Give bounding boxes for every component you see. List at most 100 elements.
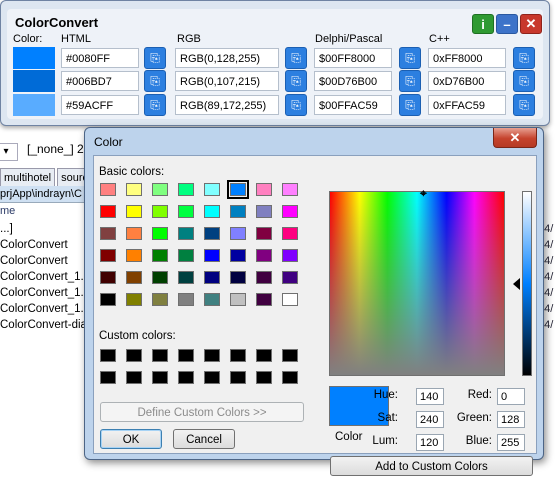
- basic-color-swatch[interactable]: [152, 205, 168, 218]
- basic-color-swatch[interactable]: [152, 271, 168, 284]
- basic-color-swatch[interactable]: [178, 227, 194, 240]
- close-icon[interactable]: ✕: [520, 14, 542, 34]
- delphi-field[interactable]: $00FFAC59: [314, 95, 392, 115]
- basic-color-swatch[interactable]: [282, 249, 298, 262]
- basic-color-swatch[interactable]: [178, 205, 194, 218]
- custom-color-swatch[interactable]: [230, 349, 246, 362]
- dropdown-arrow-icon[interactable]: ▾: [0, 143, 18, 161]
- basic-color-swatch[interactable]: [152, 249, 168, 262]
- basic-color-swatch[interactable]: [204, 205, 220, 218]
- basic-color-swatch[interactable]: [100, 227, 116, 240]
- lum-field[interactable]: 120: [416, 434, 444, 451]
- info-icon[interactable]: i: [472, 14, 494, 34]
- basic-color-swatch[interactable]: [100, 249, 116, 262]
- basic-color-swatch[interactable]: [204, 271, 220, 284]
- custom-color-swatch[interactable]: [126, 371, 142, 384]
- custom-color-swatch[interactable]: [204, 371, 220, 384]
- custom-color-swatch[interactable]: [100, 349, 116, 362]
- basic-color-swatch[interactable]: [178, 271, 194, 284]
- red-field[interactable]: 0: [497, 388, 525, 405]
- column-header-name[interactable]: me: [0, 205, 90, 217]
- basic-color-swatch[interactable]: [282, 293, 298, 306]
- color-spectrum[interactable]: [329, 191, 505, 376]
- basic-color-swatch[interactable]: [230, 271, 246, 284]
- list-item[interactable]: ColorConvert: [0, 237, 90, 253]
- list-item[interactable]: ColorConvert-dialo: [0, 317, 90, 333]
- custom-color-swatch[interactable]: [256, 349, 272, 362]
- basic-color-swatch[interactable]: [282, 205, 298, 218]
- list-item[interactable]: ColorConvert_1.0.: [0, 285, 90, 301]
- color-swatch[interactable]: [13, 70, 55, 92]
- define-custom-colors-button[interactable]: Define Custom Colors >>: [100, 402, 304, 422]
- basic-color-swatch[interactable]: [227, 180, 249, 199]
- minimize-icon[interactable]: –: [496, 14, 518, 34]
- cpp-field[interactable]: 0xD76B00: [428, 71, 506, 91]
- basic-color-swatch[interactable]: [178, 183, 194, 196]
- basic-color-swatch[interactable]: [126, 227, 142, 240]
- html-field[interactable]: #59ACFF: [61, 95, 139, 115]
- delphi-field[interactable]: $00FF8000: [314, 48, 392, 68]
- copy-icon[interactable]: ⎘: [513, 47, 535, 69]
- basic-color-swatch[interactable]: [256, 271, 272, 284]
- basic-color-swatch[interactable]: [204, 183, 220, 196]
- blue-field[interactable]: 255: [497, 434, 525, 451]
- basic-color-swatch[interactable]: [204, 227, 220, 240]
- basic-color-swatch[interactable]: [100, 183, 116, 196]
- basic-color-swatch[interactable]: [100, 205, 116, 218]
- luminosity-arrow-icon[interactable]: [513, 278, 520, 290]
- basic-color-swatch[interactable]: [282, 271, 298, 284]
- ok-button[interactable]: OK: [100, 429, 162, 449]
- basic-color-swatch[interactable]: [282, 183, 298, 196]
- copy-icon[interactable]: ⎘: [399, 94, 421, 116]
- custom-color-swatch[interactable]: [178, 371, 194, 384]
- custom-color-swatch[interactable]: [204, 349, 220, 362]
- green-field[interactable]: 128: [497, 411, 525, 428]
- basic-color-swatch[interactable]: [178, 249, 194, 262]
- basic-color-swatch[interactable]: [230, 227, 246, 240]
- basic-color-swatch[interactable]: [152, 227, 168, 240]
- copy-icon[interactable]: ⎘: [285, 94, 307, 116]
- cancel-button[interactable]: Cancel: [173, 429, 235, 449]
- copy-icon[interactable]: ⎘: [144, 70, 166, 92]
- copy-icon[interactable]: ⎘: [144, 94, 166, 116]
- copy-icon[interactable]: ⎘: [399, 47, 421, 69]
- custom-color-swatch[interactable]: [152, 349, 168, 362]
- custom-color-swatch[interactable]: [230, 371, 246, 384]
- basic-color-swatch[interactable]: [152, 183, 168, 196]
- basic-color-swatch[interactable]: [256, 183, 272, 196]
- basic-color-swatch[interactable]: [100, 293, 116, 306]
- basic-color-swatch[interactable]: [126, 249, 142, 262]
- custom-color-swatch[interactable]: [282, 371, 298, 384]
- basic-color-swatch[interactable]: [152, 293, 168, 306]
- rgb-field[interactable]: RGB(0,107,215): [175, 71, 279, 91]
- basic-color-swatch[interactable]: [230, 205, 246, 218]
- basic-color-swatch[interactable]: [256, 249, 272, 262]
- rgb-field[interactable]: RGB(0,128,255): [175, 48, 279, 68]
- copy-icon[interactable]: ⎘: [285, 47, 307, 69]
- basic-color-swatch[interactable]: [256, 227, 272, 240]
- copy-icon[interactable]: ⎘: [285, 70, 307, 92]
- custom-color-swatch[interactable]: [126, 349, 142, 362]
- basic-color-swatch[interactable]: [126, 293, 142, 306]
- basic-color-swatch[interactable]: [204, 249, 220, 262]
- list-item[interactable]: ColorConvert: [0, 253, 90, 269]
- delphi-field[interactable]: $00D76B00: [314, 71, 392, 91]
- crosshair-icon[interactable]: ⌖: [420, 186, 427, 201]
- color-swatch[interactable]: [13, 47, 55, 69]
- luminosity-slider[interactable]: [522, 191, 532, 376]
- basic-color-swatch[interactable]: [256, 293, 272, 306]
- html-field[interactable]: #006BD7: [61, 71, 139, 91]
- basic-color-swatch[interactable]: [256, 205, 272, 218]
- color-swatch[interactable]: [13, 94, 55, 116]
- custom-color-swatch[interactable]: [282, 349, 298, 362]
- hue-field[interactable]: 140: [416, 388, 444, 405]
- basic-color-swatch[interactable]: [100, 271, 116, 284]
- basic-color-swatch[interactable]: [230, 293, 246, 306]
- list-item[interactable]: ColorConvert_1.0.: [0, 269, 90, 285]
- basic-color-swatch[interactable]: [126, 183, 142, 196]
- copy-icon[interactable]: ⎘: [513, 94, 535, 116]
- rgb-field[interactable]: RGB(89,172,255): [175, 95, 279, 115]
- copy-icon[interactable]: ⎘: [144, 47, 166, 69]
- add-to-custom-colors-button[interactable]: Add to Custom Colors: [330, 456, 533, 476]
- basic-color-swatch[interactable]: [126, 205, 142, 218]
